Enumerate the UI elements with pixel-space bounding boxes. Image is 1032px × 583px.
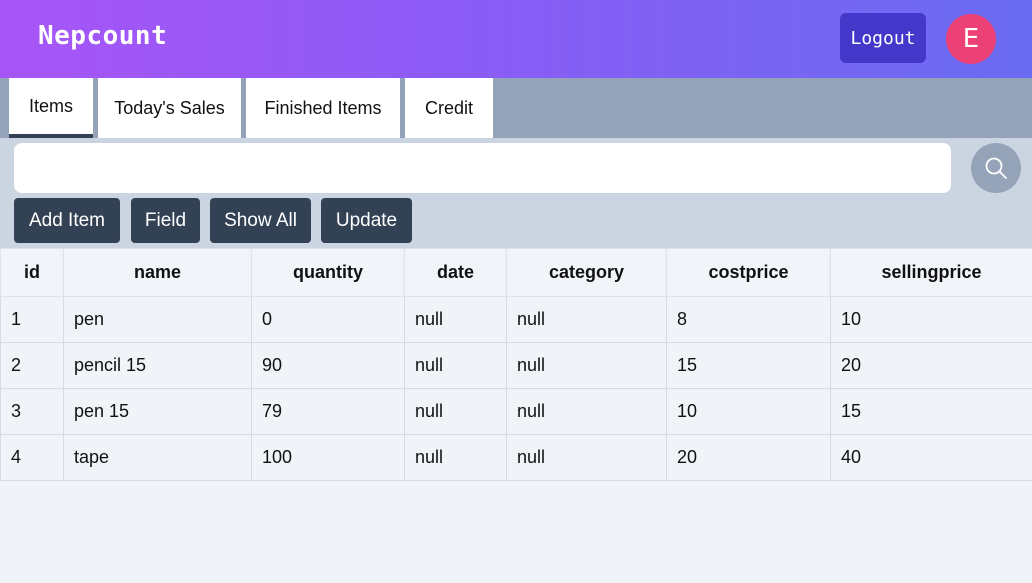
column-header-id[interactable]: id bbox=[0, 248, 64, 297]
table-header-row: id name quantity date category costprice… bbox=[0, 248, 1032, 297]
cell-quantity: 90 bbox=[251, 342, 405, 389]
column-header-quantity[interactable]: quantity bbox=[251, 248, 405, 297]
cell-name: tape bbox=[63, 434, 252, 481]
cell-date: null bbox=[404, 296, 507, 343]
cell-costprice: 10 bbox=[666, 388, 831, 435]
tab-items[interactable]: Items bbox=[9, 78, 93, 138]
cell-id: 1 bbox=[0, 296, 64, 343]
column-header-name[interactable]: name bbox=[63, 248, 252, 297]
cell-date: null bbox=[404, 388, 507, 435]
column-header-costprice[interactable]: costprice bbox=[666, 248, 831, 297]
cell-category: null bbox=[506, 388, 667, 435]
add-item-button[interactable]: Add Item bbox=[14, 198, 120, 243]
logout-button[interactable]: Logout bbox=[840, 13, 926, 63]
column-header-sellingprice[interactable]: sellingprice bbox=[830, 248, 1032, 297]
search-input[interactable] bbox=[14, 143, 951, 193]
table-row[interactable]: 3 pen 15 79 null null 10 15 bbox=[0, 388, 1032, 435]
cell-category: null bbox=[506, 296, 667, 343]
cell-date: null bbox=[404, 342, 507, 389]
update-button[interactable]: Update bbox=[321, 198, 412, 243]
cell-id: 4 bbox=[0, 434, 64, 481]
toolbar: Add Item Field Show All Update bbox=[0, 138, 1032, 248]
tab-finished-items[interactable]: Finished Items bbox=[246, 78, 400, 138]
tab-todays-sales[interactable]: Today's Sales bbox=[98, 78, 241, 138]
cell-costprice: 8 bbox=[666, 296, 831, 343]
table-row[interactable]: 2 pencil 15 90 null null 15 20 bbox=[0, 342, 1032, 389]
tab-credit[interactable]: Credit bbox=[405, 78, 493, 138]
cell-costprice: 20 bbox=[666, 434, 831, 481]
app-header: Nepcount Logout E bbox=[0, 0, 1032, 78]
cell-sellingprice: 15 bbox=[830, 388, 1032, 435]
search-button[interactable] bbox=[971, 143, 1021, 193]
cell-id: 3 bbox=[0, 388, 64, 435]
cell-category: null bbox=[506, 342, 667, 389]
table-row[interactable]: 4 tape 100 null null 20 40 bbox=[0, 434, 1032, 481]
show-all-button[interactable]: Show All bbox=[210, 198, 311, 243]
cell-date: null bbox=[404, 434, 507, 481]
cell-category: null bbox=[506, 434, 667, 481]
cell-quantity: 100 bbox=[251, 434, 405, 481]
cell-sellingprice: 40 bbox=[830, 434, 1032, 481]
cell-name: pen bbox=[63, 296, 252, 343]
avatar[interactable]: E bbox=[946, 14, 996, 64]
cell-id: 2 bbox=[0, 342, 64, 389]
field-button[interactable]: Field bbox=[131, 198, 200, 243]
cell-sellingprice: 20 bbox=[830, 342, 1032, 389]
cell-sellingprice: 10 bbox=[830, 296, 1032, 343]
table-row[interactable]: 1 pen 0 null null 8 10 bbox=[0, 296, 1032, 343]
cell-name: pencil 15 bbox=[63, 342, 252, 389]
cell-quantity: 0 bbox=[251, 296, 405, 343]
column-header-date[interactable]: date bbox=[404, 248, 507, 297]
cell-costprice: 15 bbox=[666, 342, 831, 389]
cell-name: pen 15 bbox=[63, 388, 252, 435]
cell-quantity: 79 bbox=[251, 388, 405, 435]
search-icon bbox=[985, 157, 1007, 179]
app-brand: Nepcount bbox=[38, 21, 168, 51]
column-header-category[interactable]: category bbox=[506, 248, 667, 297]
items-table: id name quantity date category costprice… bbox=[0, 248, 1032, 481]
tab-bar: Items Today's Sales Finished Items Credi… bbox=[0, 78, 1032, 138]
